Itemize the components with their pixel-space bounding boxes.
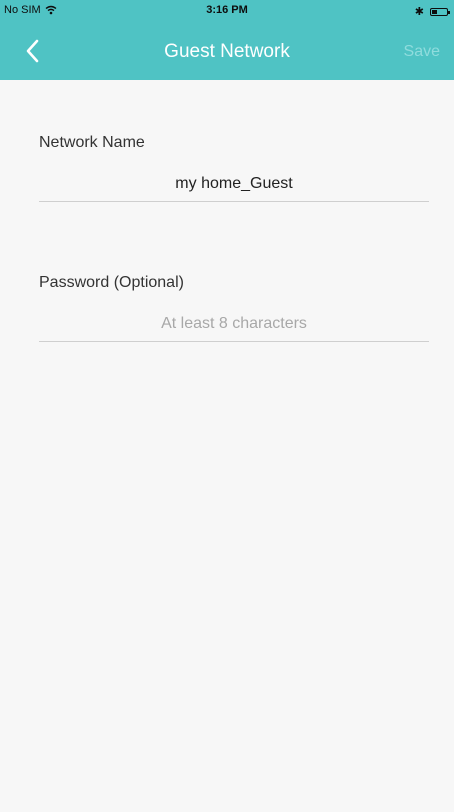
network-name-label: Network Name bbox=[39, 134, 145, 151]
bluetooth-icon: ✱ bbox=[414, 6, 424, 18]
network-name-field[interactable]: my home_Guest bbox=[39, 175, 429, 193]
password-underline bbox=[39, 341, 429, 342]
guest-network-screen: No SIM 3:16 PM ✱ Guest Network Save Netw… bbox=[0, 0, 454, 812]
password-label: Password (Optional) bbox=[39, 274, 184, 291]
save-button[interactable]: Save bbox=[404, 43, 440, 61]
password-field[interactable]: At least 8 characters bbox=[39, 315, 429, 333]
page-title: Guest Network bbox=[164, 41, 290, 62]
status-right: ✱ bbox=[414, 5, 450, 18]
status-bar: No SIM 3:16 PM ✱ bbox=[0, 0, 454, 22]
nav-bar: Guest Network Save bbox=[0, 22, 454, 80]
battery-icon bbox=[430, 7, 450, 16]
battery-level bbox=[432, 9, 437, 14]
status-time: 3:16 PM bbox=[206, 4, 248, 16]
network-name-underline bbox=[39, 201, 429, 202]
